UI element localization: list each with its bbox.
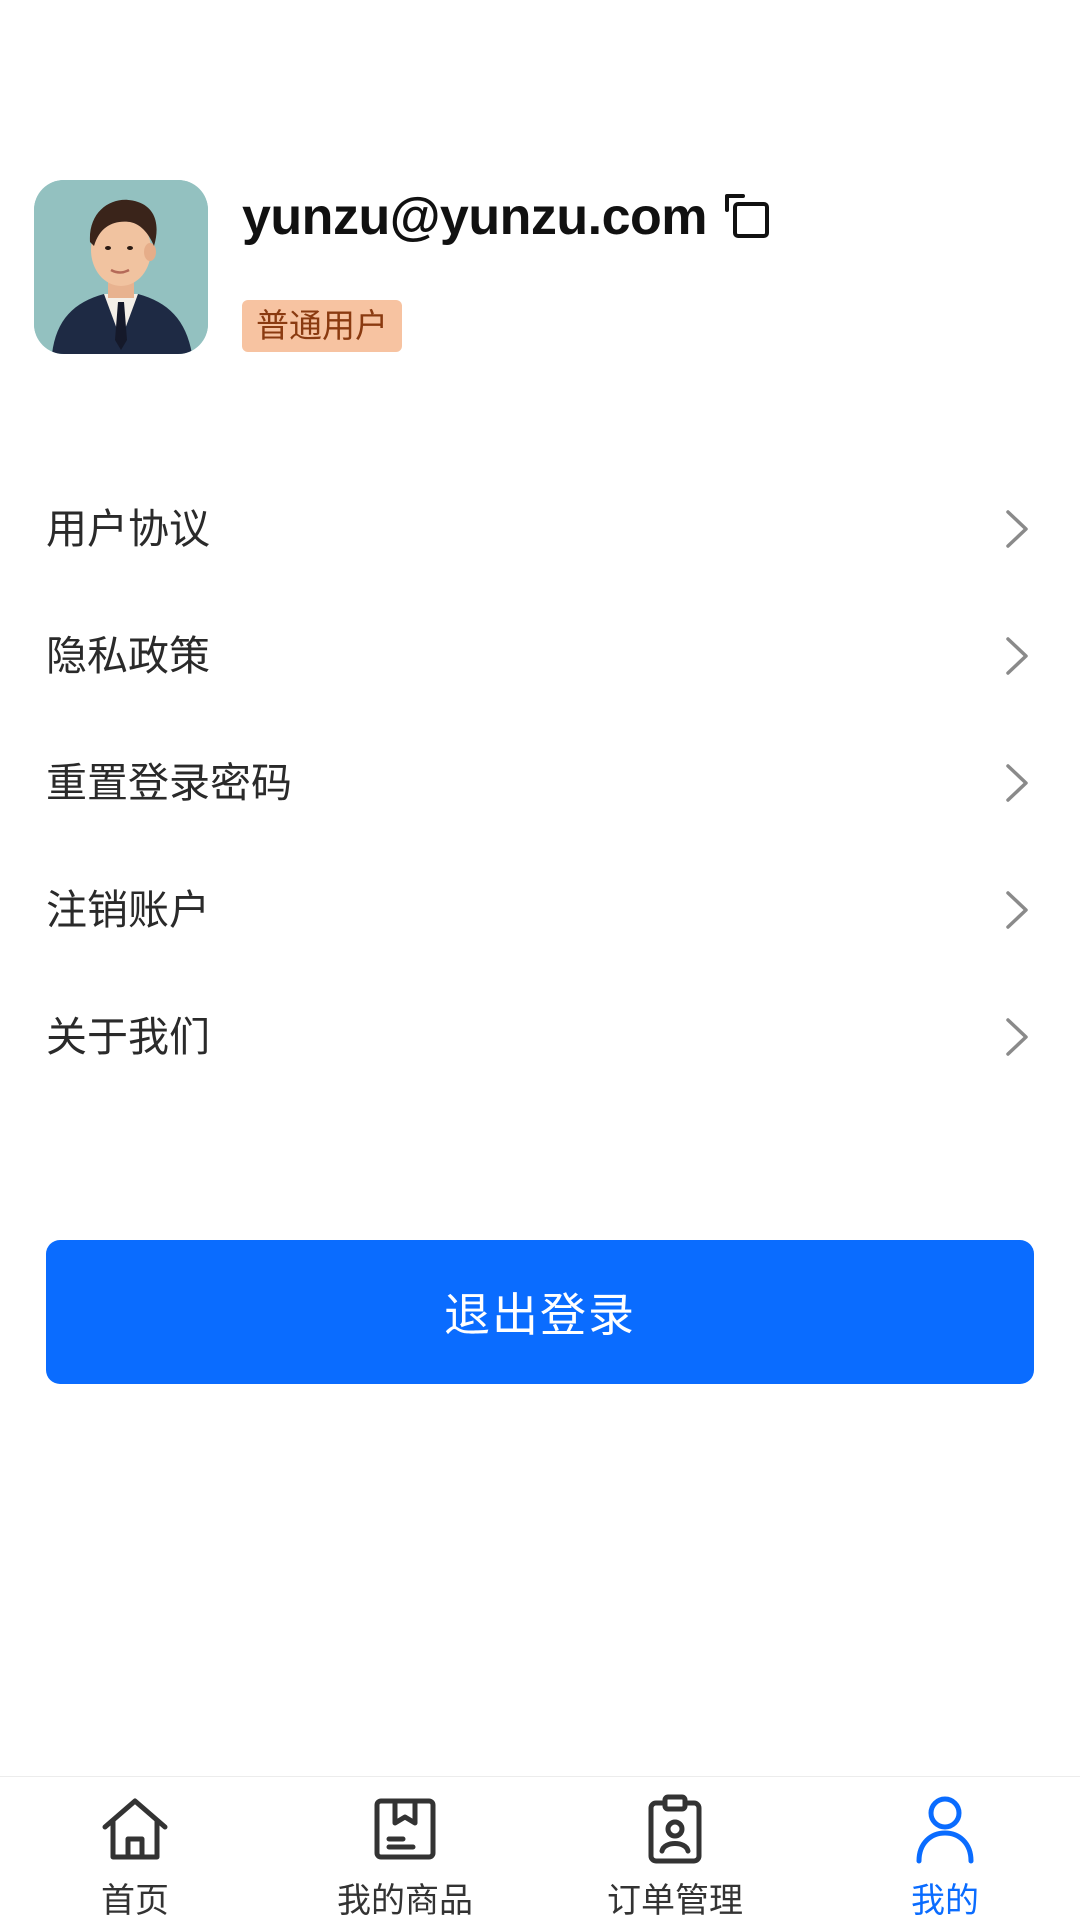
tab-my-products[interactable]: 我的商品 <box>270 1777 540 1920</box>
chevron-right-icon <box>1006 891 1028 929</box>
menu-item-about-us[interactable]: 关于我们 <box>0 974 1080 1101</box>
tab-label: 我的 <box>911 1881 979 1920</box>
menu-item-label: 注销账户 <box>46 886 210 934</box>
chevron-right-icon <box>1006 637 1028 675</box>
profile-header: yunzu@yunzu.com 普通用户 <box>34 180 1044 354</box>
tab-order-management[interactable]: 订单管理 <box>540 1777 810 1920</box>
tab-label: 我的商品 <box>337 1881 473 1920</box>
menu-item-reset-password[interactable]: 重置登录密码 <box>0 720 1080 847</box>
menu-item-delete-account[interactable]: 注销账户 <box>0 847 1080 974</box>
user-email: yunzu@yunzu.com <box>242 188 708 246</box>
order-clipboard-icon <box>648 1794 702 1864</box>
menu-item-label: 隐私政策 <box>46 632 210 680</box>
tab-home[interactable]: 首页 <box>0 1777 270 1920</box>
role-badge: 普通用户 <box>242 300 402 352</box>
tab-mine[interactable]: 我的 <box>810 1777 1080 1920</box>
user-icon <box>916 1796 974 1864</box>
tab-label: 首页 <box>101 1881 169 1920</box>
profile-page: yunzu@yunzu.com 普通用户 用户协议 隐私政策 重置登录密码 注销… <box>0 0 1080 1920</box>
email-row: yunzu@yunzu.com <box>242 182 775 252</box>
menu-item-label: 重置登录密码 <box>46 759 292 807</box>
menu-item-label: 关于我们 <box>46 1013 210 1061</box>
menu-item-label: 用户协议 <box>46 505 210 553</box>
bottom-tab-bar: 首页 我的商品 订单管理 我的 <box>0 1776 1080 1920</box>
chevron-right-icon <box>1006 764 1028 802</box>
copy-icon[interactable] <box>721 190 775 244</box>
avatar-portrait-icon <box>34 180 208 354</box>
logout-button[interactable]: 退出登录 <box>46 1240 1034 1384</box>
product-box-icon <box>374 1798 436 1860</box>
settings-menu: 用户协议 隐私政策 重置登录密码 注销账户 关于我们 <box>0 466 1080 1101</box>
home-icon <box>102 1798 168 1860</box>
avatar[interactable] <box>34 180 208 354</box>
tab-label: 订单管理 <box>607 1881 743 1920</box>
menu-item-privacy-policy[interactable]: 隐私政策 <box>0 593 1080 720</box>
chevron-right-icon <box>1006 510 1028 548</box>
chevron-right-icon <box>1006 1018 1028 1056</box>
menu-item-user-agreement[interactable]: 用户协议 <box>0 466 1080 593</box>
